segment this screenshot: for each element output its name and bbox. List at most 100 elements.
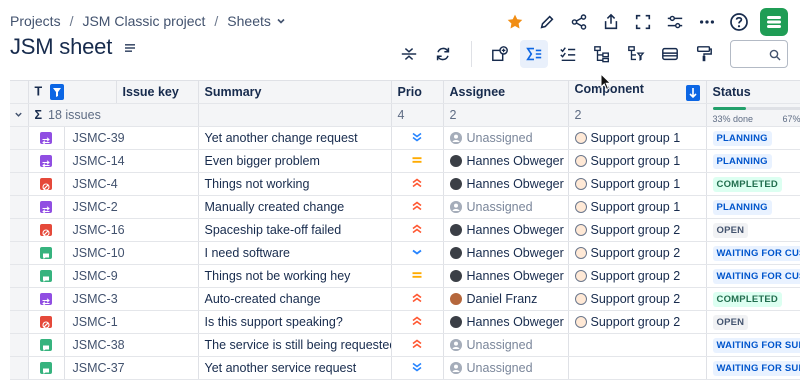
assignee-cell[interactable]: Hannes Obweger [443, 218, 569, 242]
add-panel-icon[interactable] [486, 40, 514, 68]
issue-summary[interactable]: Yet another service request [198, 356, 392, 380]
row-gutter[interactable] [10, 126, 29, 150]
table-row[interactable]: JSMC-39 Yet another change request Unassig… [10, 126, 800, 150]
issue-key[interactable]: JSMC-3 [64, 287, 199, 311]
table-row[interactable]: JSMC-16 Spaceship take-off failed Hannes O… [10, 218, 800, 242]
status-cell[interactable]: WAITING FOR CUSTOM [706, 264, 800, 288]
column-header-priority[interactable]: Prio [391, 81, 444, 104]
component-cell[interactable]: Support group 2 [568, 264, 707, 288]
row-gutter[interactable] [10, 172, 29, 196]
priority-cell[interactable] [391, 218, 444, 242]
table-row[interactable]: JSMC-4 Things not working Hannes Obweger Su… [10, 172, 800, 196]
component-cell[interactable] [568, 356, 707, 380]
status-cell[interactable]: WAITING FOR SUPPOR [706, 333, 800, 357]
issue-summary[interactable]: Yet another change request [198, 126, 392, 150]
more-icon[interactable] [694, 9, 720, 35]
assignee-cell[interactable]: Unassigned [443, 333, 569, 357]
table-row[interactable]: JSMC-1 Is this support speaking? Hannes Ob… [10, 310, 800, 334]
app-logo[interactable] [760, 8, 788, 36]
priority-cell[interactable] [391, 172, 444, 196]
sum-icon[interactable] [520, 40, 548, 68]
assignee-cell[interactable]: Hannes Obweger [443, 241, 569, 265]
edit-icon[interactable] [534, 9, 560, 35]
status-cell[interactable]: OPEN [706, 310, 800, 334]
assignee-cell[interactable]: Unassigned [443, 126, 569, 150]
issue-key[interactable]: JSMC-4 [64, 172, 199, 196]
component-cell[interactable]: Support group 2 [568, 310, 707, 334]
column-header-assignee[interactable]: Assignee [443, 81, 569, 104]
checklist-icon[interactable] [554, 40, 582, 68]
issue-key[interactable]: JSMC-9 [64, 264, 199, 288]
help-icon[interactable] [726, 9, 752, 35]
row-gutter[interactable] [10, 310, 29, 334]
component-cell[interactable]: Support group 1 [568, 195, 707, 219]
issue-summary[interactable]: I need software [198, 241, 392, 265]
breadcrumb-projects[interactable]: Projects [10, 13, 61, 29]
component-cell[interactable]: Support group 1 [568, 172, 707, 196]
star-icon[interactable] [502, 9, 528, 35]
priority-cell[interactable] [391, 356, 444, 380]
card-icon[interactable] [656, 40, 684, 68]
table-row[interactable]: JSMC-10 I need software Hannes Obweger Supp… [10, 241, 800, 265]
priority-cell[interactable] [391, 287, 444, 311]
priority-cell[interactable] [391, 241, 444, 265]
menu-icon[interactable] [124, 34, 136, 60]
row-gutter[interactable] [10, 241, 29, 265]
priority-cell[interactable] [391, 126, 444, 150]
assignee-cell[interactable]: Hannes Obweger [443, 264, 569, 288]
row-height-icon[interactable] [395, 40, 423, 68]
component-cell[interactable]: Support group 1 [568, 149, 707, 173]
column-header-summary[interactable]: Summary [198, 81, 392, 104]
status-cell[interactable]: COMPLETED [706, 287, 800, 311]
settings-sliders-icon[interactable] [662, 9, 688, 35]
priority-cell[interactable] [391, 310, 444, 334]
assignee-cell[interactable]: Unassigned [443, 356, 569, 380]
issue-summary[interactable]: Things not be working hey [198, 264, 392, 288]
priority-cell[interactable] [391, 195, 444, 219]
column-header-type[interactable]: T [28, 81, 117, 104]
column-header-component[interactable]: Component [568, 81, 707, 104]
assignee-cell[interactable]: Unassigned [443, 195, 569, 219]
row-gutter[interactable] [10, 333, 29, 357]
assignee-cell[interactable]: Hannes Obweger [443, 310, 569, 334]
issue-key[interactable]: JSMC-10 [64, 241, 199, 265]
hierarchy-icon[interactable] [588, 40, 616, 68]
issue-summary[interactable]: Even bigger problem [198, 149, 392, 173]
issue-key[interactable]: JSMC-38 [64, 333, 199, 357]
fullscreen-icon[interactable] [630, 9, 656, 35]
table-row[interactable]: JSMC-9 Things not be working hey Hannes Ob… [10, 264, 800, 288]
issue-key[interactable]: JSMC-1 [64, 310, 199, 334]
component-cell[interactable]: Support group 2 [568, 241, 707, 265]
priority-cell[interactable] [391, 333, 444, 357]
breadcrumb-project[interactable]: JSM Classic project [82, 13, 205, 29]
priority-cell[interactable] [391, 264, 444, 288]
table-row[interactable]: JSMC-2 Manually created change Unassigned S… [10, 195, 800, 219]
row-gutter[interactable] [10, 264, 29, 288]
status-cell[interactable]: PLANNING [706, 149, 800, 173]
status-cell[interactable]: WAITING FOR CUSTOM [706, 241, 800, 265]
component-cell[interactable]: Support group 2 [568, 287, 707, 311]
format-painter-icon[interactable] [690, 40, 718, 68]
export-icon[interactable] [598, 9, 624, 35]
issue-summary[interactable]: Manually created change [198, 195, 392, 219]
issue-key[interactable]: JSMC-39 [64, 126, 199, 150]
assignee-cell[interactable]: Daniel Franz [443, 287, 569, 311]
table-row[interactable]: JSMC-37 Yet another service request Unassi… [10, 356, 800, 380]
share-icon[interactable] [566, 9, 592, 35]
issue-key[interactable]: JSMC-16 [64, 218, 199, 242]
priority-cell[interactable] [391, 149, 444, 173]
assignee-cell[interactable]: Hannes Obweger [443, 149, 569, 173]
sort-down-icon[interactable] [685, 85, 700, 102]
column-header-status[interactable]: Status [706, 81, 800, 104]
table-row[interactable]: JSMC-14 Even bigger problem Hannes Obweger… [10, 149, 800, 173]
hierarchy-filter-icon[interactable] [622, 40, 650, 68]
chevron-down-icon[interactable] [276, 13, 286, 29]
issue-summary[interactable]: Auto-created change [198, 287, 392, 311]
status-cell[interactable]: COMPLETED [706, 172, 800, 196]
status-cell[interactable]: OPEN [706, 218, 800, 242]
component-cell[interactable]: Support group 1 [568, 126, 707, 150]
row-gutter[interactable] [10, 356, 29, 380]
table-row[interactable]: JSMC-3 Auto-created change Daniel Franz Sup… [10, 287, 800, 311]
table-row[interactable]: JSMC-38 The service is still being reques… [10, 333, 800, 357]
issue-summary[interactable]: The service is still being requested [198, 333, 392, 357]
